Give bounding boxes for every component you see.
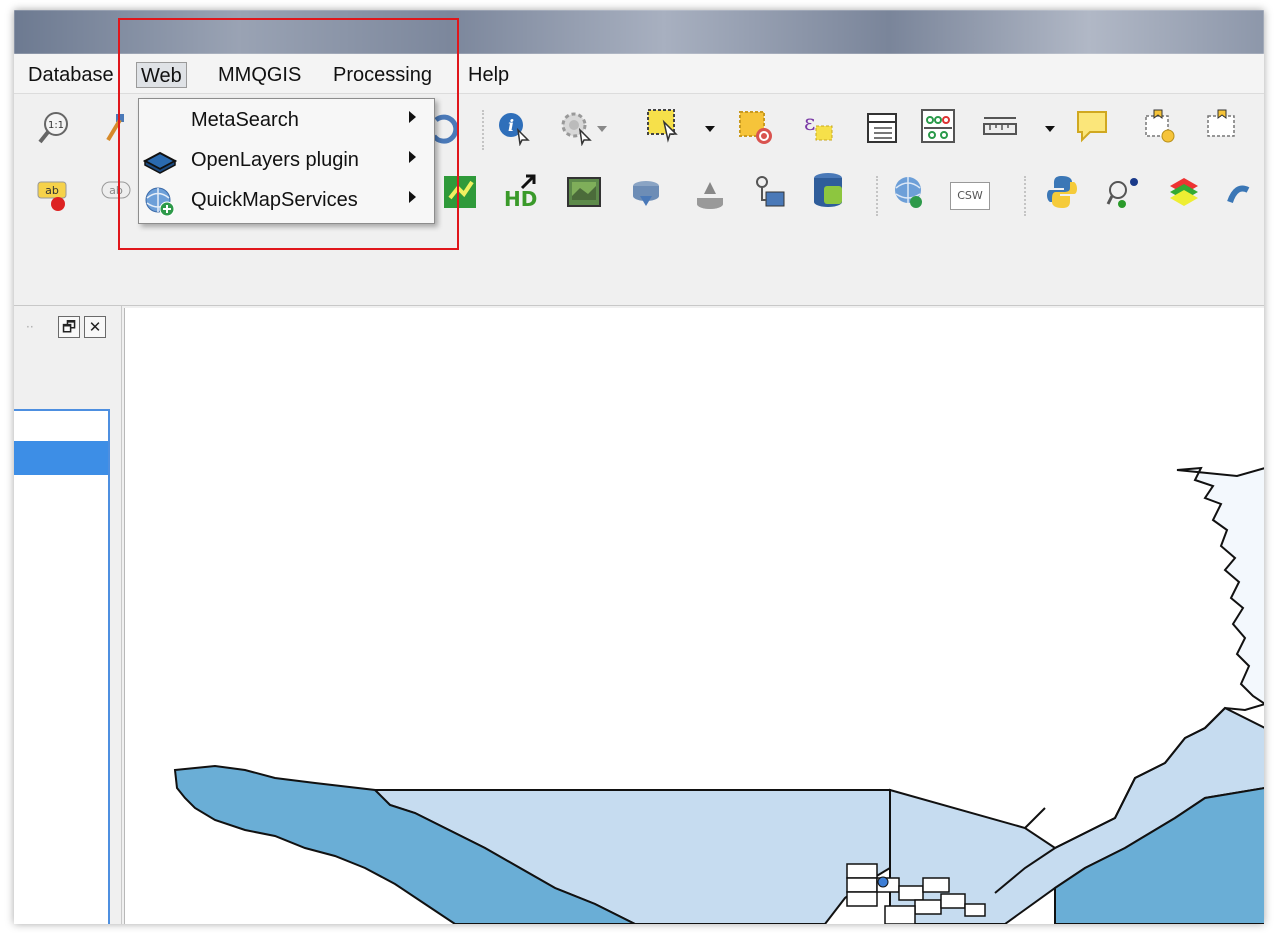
point-sampling-icon[interactable] bbox=[1106, 174, 1142, 210]
database-download-icon[interactable] bbox=[628, 176, 664, 212]
label-pin-icon[interactable]: ab bbox=[36, 176, 72, 212]
plugin-partial-icon[interactable] bbox=[1224, 174, 1260, 210]
python-console-icon[interactable] bbox=[1044, 174, 1080, 210]
panel-close-button[interactable]: ✕ bbox=[84, 316, 106, 338]
georeferencer-icon[interactable] bbox=[566, 174, 602, 210]
select-features-icon[interactable] bbox=[646, 108, 682, 144]
digitizing-plugin-icon[interactable] bbox=[442, 174, 478, 210]
run-feature-action-icon[interactable] bbox=[558, 110, 594, 146]
menu-database[interactable]: Database bbox=[24, 62, 118, 88]
panel-grip[interactable]: ·· bbox=[26, 320, 34, 334]
menu-item-label: QuickMapServices bbox=[191, 189, 358, 211]
globe-add-icon bbox=[145, 187, 175, 217]
dropdown-arrow-icon[interactable] bbox=[596, 124, 608, 134]
menu-web[interactable]: Web bbox=[136, 62, 187, 88]
map-point-marker bbox=[877, 876, 889, 888]
svg-text:1:1: 1:1 bbox=[48, 120, 64, 131]
layer-tree[interactable] bbox=[14, 409, 110, 924]
toolbar-separator bbox=[482, 110, 486, 150]
menu-bar: Database Web MMQGIS Processing Help bbox=[14, 54, 1264, 94]
attribute-table-icon[interactable] bbox=[864, 110, 900, 146]
menu-item-quickmapservices[interactable]: QuickMapServices bbox=[139, 181, 434, 221]
menu-mmqgis[interactable]: MMQGIS bbox=[214, 62, 305, 88]
layer-stack-plugin-icon[interactable] bbox=[1166, 174, 1202, 210]
menu-item-openlayers-plugin[interactable]: OpenLayers plugin bbox=[139, 141, 434, 181]
svg-text:ε: ε bbox=[804, 111, 815, 136]
submenu-arrow-icon bbox=[409, 111, 416, 123]
map-polygons bbox=[173, 466, 1264, 924]
db-connect-icon[interactable] bbox=[752, 174, 788, 210]
toolbar-row-3 bbox=[14, 226, 1264, 306]
menu-item-label: OpenLayers plugin bbox=[191, 149, 359, 171]
new-bookmark-icon[interactable] bbox=[1142, 108, 1178, 144]
layers-panel: ·· 🗗 ✕ bbox=[14, 306, 122, 924]
show-bookmarks-icon[interactable] bbox=[1204, 108, 1240, 144]
svg-text:ab: ab bbox=[45, 184, 59, 197]
csw-button[interactable]: CSW bbox=[950, 182, 990, 210]
select-by-expression-icon[interactable]: ε bbox=[800, 108, 836, 144]
zoom-native-icon[interactable]: 1:1 bbox=[36, 110, 72, 146]
layer-row-selected[interactable] bbox=[14, 441, 108, 475]
svg-text:ab: ab bbox=[109, 184, 123, 197]
web-menu-dropdown: MetaSearch OpenLayers plugin QuickMapSer… bbox=[138, 98, 435, 224]
openlayers-icon bbox=[143, 151, 177, 174]
menu-item-label: MetaSearch bbox=[191, 109, 299, 131]
taskbar-blurred bbox=[14, 10, 1264, 54]
svg-text:i: i bbox=[508, 116, 514, 135]
menu-item-metasearch[interactable]: MetaSearch bbox=[139, 101, 434, 141]
database-upload-icon[interactable] bbox=[692, 176, 728, 212]
svg-text:HD: HD bbox=[504, 187, 537, 210]
qgis-window: Database Web MMQGIS Processing Help 1:1 … bbox=[14, 10, 1264, 924]
field-calculator-icon[interactable] bbox=[920, 108, 956, 144]
menu-processing[interactable]: Processing bbox=[329, 62, 436, 88]
dropdown-arrow-icon[interactable] bbox=[704, 124, 716, 134]
deselect-icon[interactable] bbox=[738, 110, 774, 146]
map-polygon-north bbox=[1176, 466, 1264, 705]
digitize-icon[interactable] bbox=[102, 110, 138, 146]
panel-float-button[interactable]: 🗗 bbox=[58, 316, 80, 338]
map-tips-icon[interactable] bbox=[1074, 108, 1110, 144]
map-canvas[interactable] bbox=[124, 308, 1264, 924]
dropdown-arrow-icon[interactable] bbox=[1044, 124, 1056, 134]
submenu-arrow-icon bbox=[409, 191, 416, 203]
hd-export-icon[interactable]: HD bbox=[502, 174, 538, 210]
label-show-hide-icon[interactable]: ab bbox=[100, 176, 136, 212]
measure-line-icon[interactable] bbox=[982, 110, 1018, 146]
web-service-icon[interactable] bbox=[890, 174, 926, 210]
toolbar-separator bbox=[876, 176, 880, 216]
toolbar-separator bbox=[1024, 176, 1028, 216]
spatialite-db-icon[interactable] bbox=[810, 172, 846, 208]
menu-help[interactable]: Help bbox=[464, 62, 513, 88]
identify-icon[interactable]: i bbox=[496, 110, 532, 146]
submenu-arrow-icon bbox=[409, 151, 416, 163]
